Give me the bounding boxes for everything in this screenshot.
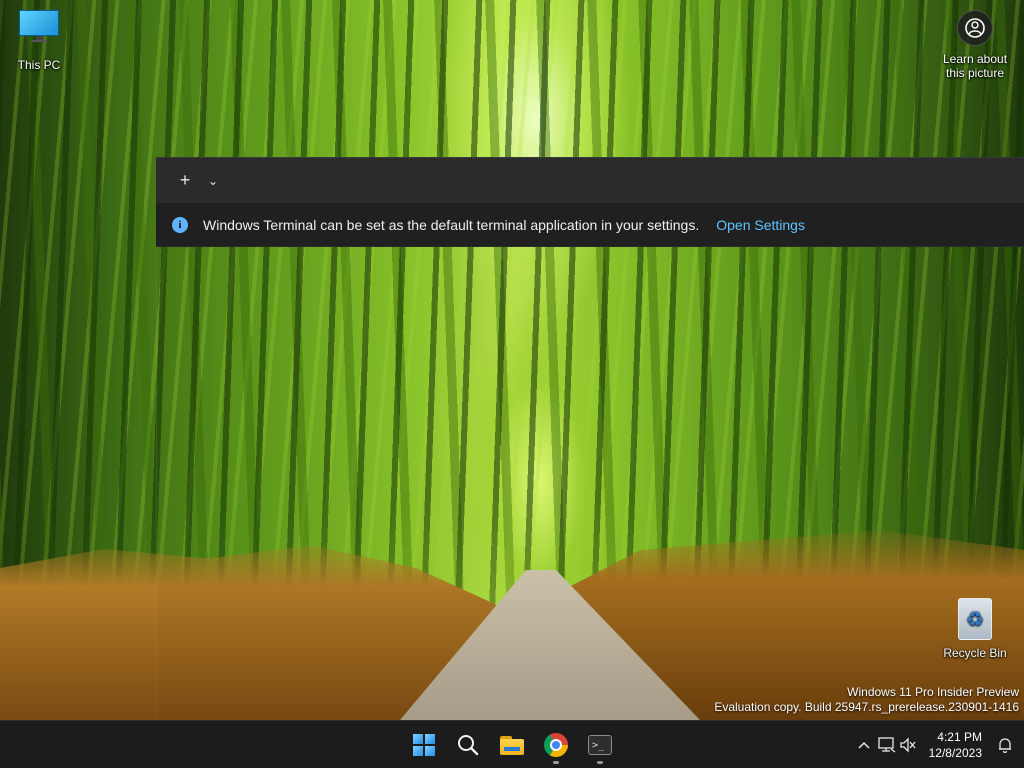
- chrome-button[interactable]: [534, 725, 578, 765]
- learn-label-line1: Learn about: [942, 52, 1008, 66]
- folder-icon: [500, 735, 524, 755]
- chevron-down-icon: ⌄: [207, 173, 219, 188]
- search-button[interactable]: [446, 725, 490, 765]
- show-hidden-icons-button[interactable]: [851, 725, 877, 765]
- notifications-button[interactable]: [990, 725, 1020, 765]
- volume-muted-icon: [899, 737, 916, 753]
- new-tab-button[interactable]: +: [170, 166, 200, 196]
- desktop-icon-this-pc[interactable]: This PC: [1, 10, 77, 72]
- open-settings-link[interactable]: Open Settings: [716, 217, 805, 233]
- chrome-icon: [544, 733, 568, 757]
- windows-logo-icon: [413, 734, 435, 756]
- running-indicator: [553, 761, 559, 764]
- system-tray: 4:21 PM 12/8/2023: [851, 721, 1024, 769]
- info-icon: i: [172, 216, 188, 233]
- search-icon: [458, 735, 479, 756]
- terminal-button[interactable]: >_: [578, 725, 622, 765]
- clock-time: 4:21 PM: [937, 730, 982, 744]
- learn-label-line2: this picture: [945, 66, 1005, 80]
- start-button[interactable]: [402, 725, 446, 765]
- bell-icon: [999, 738, 1011, 753]
- watermark-line2: Evaluation copy. Build 25947.rs_prerelea…: [714, 700, 1019, 714]
- terminal-titlebar[interactable]: + ⌄: [156, 157, 1024, 203]
- taskbar-clock[interactable]: 4:21 PM 12/8/2023: [919, 729, 990, 761]
- tab-dropdown-button[interactable]: ⌄: [200, 166, 226, 196]
- taskbar-apps: >_: [402, 721, 622, 769]
- terminal-icon: >_: [588, 735, 612, 755]
- file-explorer-button[interactable]: [490, 725, 534, 765]
- plus-icon: +: [179, 170, 191, 190]
- infobar-message: Windows Terminal can be set as the defau…: [203, 216, 700, 233]
- default-terminal-infobar: i Windows Terminal can be set as the def…: [156, 203, 1024, 247]
- network-icon: [877, 737, 895, 753]
- clock-date: 12/8/2023: [928, 746, 982, 760]
- watermark-line1: Windows 11 Pro Insider Preview: [847, 685, 1019, 699]
- taskbar: >_ 4:21 PM 12/8/2023: [0, 720, 1024, 768]
- camera-circle-icon: [957, 10, 993, 46]
- desktop-icon-label: This PC: [17, 58, 61, 72]
- evaluation-watermark: Windows 11 Pro Insider Preview Evaluatio…: [714, 685, 1019, 715]
- terminal-content-area[interactable]: [156, 247, 1024, 720]
- volume-button[interactable]: [897, 725, 919, 765]
- monitor-icon: [19, 10, 59, 42]
- learn-about-picture[interactable]: Learn about this picture: [936, 10, 1014, 80]
- network-button[interactable]: [877, 725, 897, 765]
- running-indicator: [597, 761, 603, 764]
- terminal-window[interactable]: + ⌄ i Windows Terminal can be set as the…: [156, 157, 1024, 720]
- chevron-up-icon: [858, 741, 870, 749]
